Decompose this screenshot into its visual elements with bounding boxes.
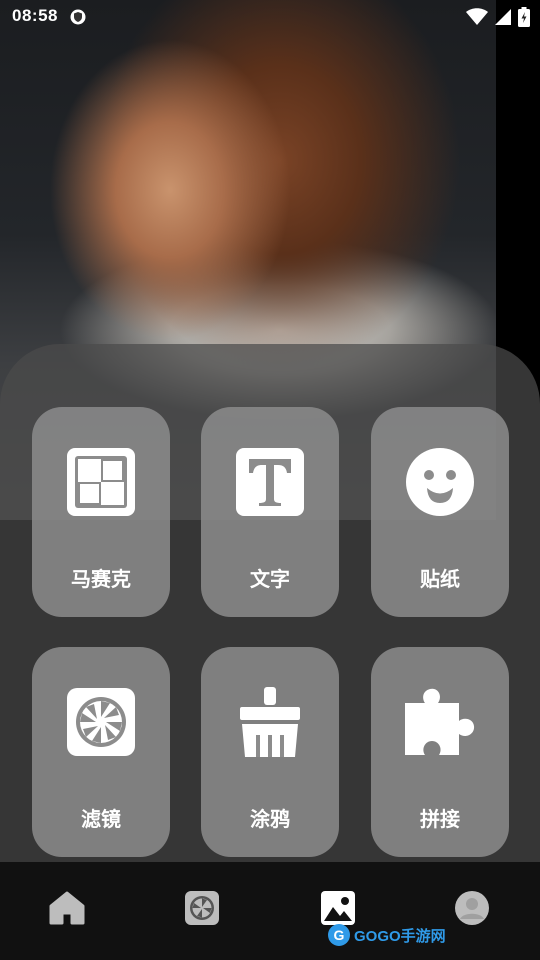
nav-profile[interactable] (452, 888, 492, 928)
brush-icon (240, 687, 300, 757)
bottom-nav (0, 862, 540, 960)
mosaic-icon (67, 448, 135, 516)
nav-gallery[interactable] (318, 888, 358, 928)
profile-icon (455, 891, 489, 925)
shield-icon (70, 9, 86, 29)
home-icon (49, 891, 85, 925)
wifi-icon (466, 8, 488, 30)
battery-icon (518, 7, 530, 31)
tool-card-text[interactable]: 文字 (201, 407, 339, 617)
nav-home[interactable] (47, 888, 87, 928)
tool-label: 涂鸦 (250, 807, 290, 831)
tool-label: 贴纸 (420, 567, 460, 591)
sticker-icon (406, 448, 474, 516)
watermark-logo: G (328, 924, 350, 946)
tool-card-mosaic[interactable]: 马赛克 (32, 407, 170, 617)
tool-card-brush[interactable]: 涂鸦 (201, 647, 339, 857)
watermark-text: GOGO手游网 (354, 927, 446, 945)
tool-card-puzzle[interactable]: 拼接 (371, 647, 509, 857)
text-icon (236, 448, 304, 516)
status-bar: 08:58 (0, 0, 540, 34)
aperture-icon (185, 891, 219, 925)
tools-panel: 马赛克 文字 贴纸 滤镜 涂鸦 拼接 (0, 344, 540, 864)
gallery-icon (321, 891, 355, 925)
filter-aperture-icon (67, 688, 135, 756)
tool-label: 文字 (250, 567, 290, 591)
puzzle-icon (405, 688, 475, 755)
tool-card-sticker[interactable]: 贴纸 (371, 407, 509, 617)
nav-filter[interactable] (182, 888, 222, 928)
status-time: 08:58 (12, 6, 58, 25)
signal-icon (494, 8, 512, 30)
tool-label: 马赛克 (71, 567, 131, 591)
tool-card-filter[interactable]: 滤镜 (32, 647, 170, 857)
tool-label: 拼接 (420, 807, 460, 831)
watermark: G GOGO手游网 (328, 924, 446, 946)
tool-label: 滤镜 (81, 807, 121, 831)
